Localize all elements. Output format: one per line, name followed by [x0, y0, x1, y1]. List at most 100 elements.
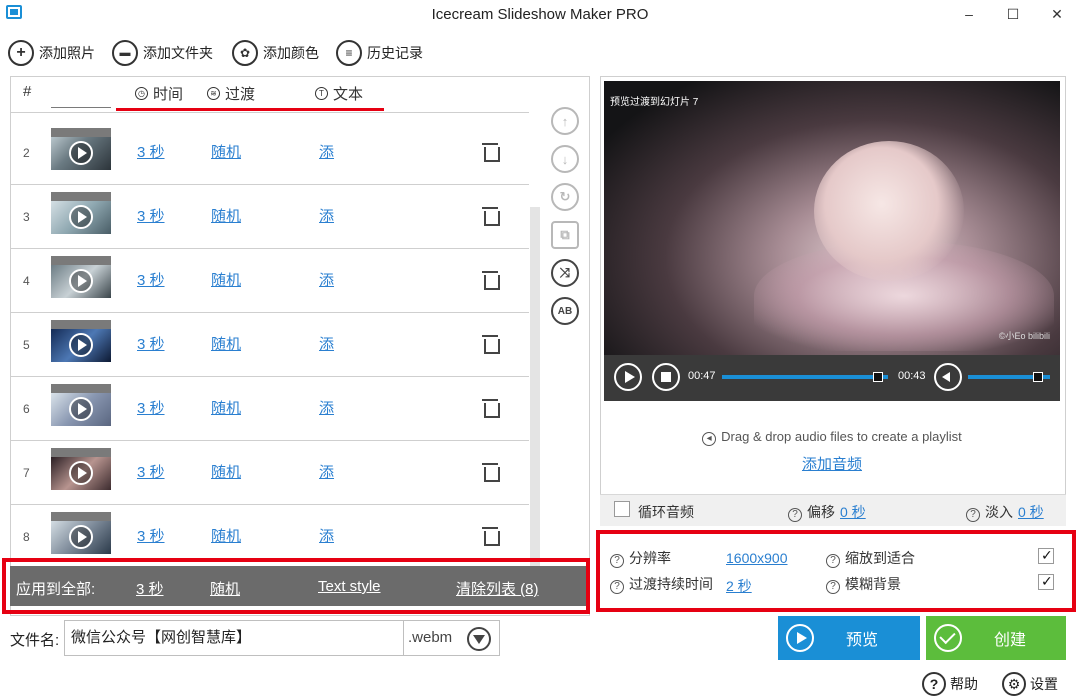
duration-link[interactable]: 3 秒 — [137, 313, 165, 377]
transition-link[interactable]: 随机 — [211, 505, 241, 567]
list-scrollbar[interactable] — [530, 207, 540, 567]
duration-link[interactable]: 3 秒 — [137, 377, 165, 441]
crop-icon[interactable]: ⧉ — [551, 221, 579, 249]
duration-link[interactable]: 3 秒 — [137, 185, 165, 249]
table-row[interactable]: 8 3 秒 随机 添 — [11, 505, 529, 567]
trash-icon[interactable] — [482, 207, 500, 226]
text-link[interactable]: 添 — [319, 505, 334, 567]
chevron-down-icon[interactable] — [467, 627, 491, 651]
table-row[interactable]: 3 3 秒 随机 添 — [11, 185, 529, 249]
help-icon[interactable]: ? — [610, 554, 624, 568]
offset-link[interactable]: 0 秒 — [840, 502, 866, 522]
apply-transition-link[interactable]: 随机 — [210, 578, 240, 599]
audio-drop-area[interactable]: ◂ Drag & drop audio files to create a pla… — [604, 401, 1060, 491]
trash-icon[interactable] — [482, 399, 500, 418]
help-icon[interactable]: ? — [788, 508, 802, 522]
rotate-icon[interactable]: ↻ — [551, 183, 579, 211]
play-icon[interactable] — [69, 205, 93, 229]
table-row[interactable]: 7 3 秒 随机 添 — [11, 441, 529, 505]
clear-list-link[interactable]: 清除列表 (8) — [456, 578, 539, 599]
progress-slider[interactable] — [722, 372, 888, 382]
help-icon[interactable]: ? — [610, 580, 624, 594]
play-icon[interactable] — [69, 525, 93, 549]
duration-link[interactable]: 3 秒 — [137, 505, 165, 567]
play-icon[interactable] — [69, 269, 93, 293]
add-photos-button[interactable]: + 添加照片 — [8, 38, 95, 68]
text-link[interactable]: 添 — [319, 185, 334, 249]
transition-link[interactable]: 随机 — [211, 441, 241, 505]
resolution-link[interactable]: 1600x900 — [726, 550, 788, 566]
transition-link[interactable]: 随机 — [211, 313, 241, 377]
duration-link[interactable]: 3 秒 — [137, 249, 165, 313]
duration-link[interactable]: 3 秒 — [137, 441, 165, 505]
play-icon[interactable] — [69, 141, 93, 165]
table-row[interactable]: 4 3 秒 随机 添 — [11, 249, 529, 313]
help-icon[interactable]: ? — [966, 508, 980, 522]
format-select[interactable]: .webm — [404, 620, 500, 656]
rename-icon[interactable]: AB — [551, 297, 579, 325]
minimize-button[interactable]: – — [954, 4, 984, 24]
move-up-icon[interactable]: ↑ — [551, 107, 579, 135]
text-link[interactable]: 添 — [319, 249, 334, 313]
help-icon[interactable]: ? — [826, 580, 840, 594]
transition-duration-link[interactable]: 2 秒 — [726, 576, 752, 596]
thumbnail[interactable] — [51, 137, 111, 170]
create-button[interactable]: 创建 — [926, 616, 1066, 660]
table-row[interactable]: 5 3 秒 随机 添 — [11, 313, 529, 377]
play-icon[interactable] — [69, 333, 93, 357]
apply-duration-link[interactable]: 3 秒 — [136, 578, 164, 599]
text-header[interactable]: T 文本 — [315, 83, 363, 104]
trash-icon[interactable] — [482, 143, 500, 162]
table-row[interactable]: 6 3 秒 随机 添 — [11, 377, 529, 441]
transition-header[interactable]: ≋ 过渡 — [207, 83, 255, 104]
transition-link[interactable]: 随机 — [211, 121, 241, 185]
fadein-link[interactable]: 0 秒 — [1018, 502, 1044, 522]
volume-handle[interactable] — [1033, 372, 1043, 382]
settings-button[interactable]: ⚙ 设置 — [1002, 672, 1058, 696]
trash-icon[interactable] — [482, 463, 500, 482]
close-button[interactable]: ✕ — [1042, 4, 1072, 24]
text-link[interactable]: 添 — [319, 121, 334, 185]
move-down-icon[interactable]: ↓ — [551, 145, 579, 173]
transition-link[interactable]: 随机 — [211, 185, 241, 249]
maximize-button[interactable]: ☐ — [998, 4, 1028, 24]
text-style-link[interactable]: Text style — [318, 578, 381, 595]
play-icon[interactable] — [69, 397, 93, 421]
thumbnail[interactable] — [51, 201, 111, 234]
blur-checkbox[interactable] — [1038, 573, 1054, 590]
trash-icon[interactable] — [482, 335, 500, 354]
progress-handle[interactable] — [873, 372, 883, 382]
transition-link[interactable]: 随机 — [211, 377, 241, 441]
fit-checkbox[interactable] — [1038, 547, 1054, 564]
transition-link[interactable]: 随机 — [211, 249, 241, 313]
trash-icon[interactable] — [482, 527, 500, 546]
duration-header[interactable]: ◷ 时间 — [135, 83, 183, 104]
add-color-button[interactable]: ✿ 添加颜色 — [232, 38, 319, 68]
history-button[interactable]: ≡ 历史记录 — [336, 38, 423, 68]
duration-link[interactable]: 3 秒 — [137, 121, 165, 185]
preview-button[interactable]: 预览 — [778, 616, 920, 660]
thumbnail[interactable] — [51, 457, 111, 490]
trash-icon[interactable] — [482, 271, 500, 290]
shuffle-icon[interactable]: ⤨ — [551, 259, 579, 287]
text-link[interactable]: 添 — [319, 313, 334, 377]
loop-audio-checkbox[interactable] — [614, 501, 630, 517]
add-audio-link[interactable]: 添加音频 — [604, 453, 1060, 474]
table-row[interactable]: 2 3 秒 随机 添 — [11, 121, 529, 185]
help-button[interactable]: ? 帮助 — [922, 672, 978, 696]
thumbnail[interactable] — [51, 521, 111, 554]
volume-icon[interactable] — [934, 363, 962, 391]
help-icon[interactable]: ? — [826, 554, 840, 568]
preview-video[interactable]: 预览过渡到幻灯片 7 ©小Eo bilibili — [604, 81, 1060, 401]
filename-input[interactable]: 微信公众号【网创智慧库】 — [64, 620, 404, 656]
thumbnail[interactable] — [51, 393, 111, 426]
add-folder-button[interactable]: ▬ 添加文件夹 — [112, 38, 213, 68]
play-icon[interactable] — [614, 363, 642, 391]
text-link[interactable]: 添 — [319, 441, 334, 505]
text-link[interactable]: 添 — [319, 377, 334, 441]
play-icon[interactable] — [69, 461, 93, 485]
stop-icon[interactable] — [652, 363, 680, 391]
thumbnail[interactable] — [51, 265, 111, 298]
thumbnail[interactable] — [51, 329, 111, 362]
volume-slider[interactable] — [968, 372, 1050, 382]
